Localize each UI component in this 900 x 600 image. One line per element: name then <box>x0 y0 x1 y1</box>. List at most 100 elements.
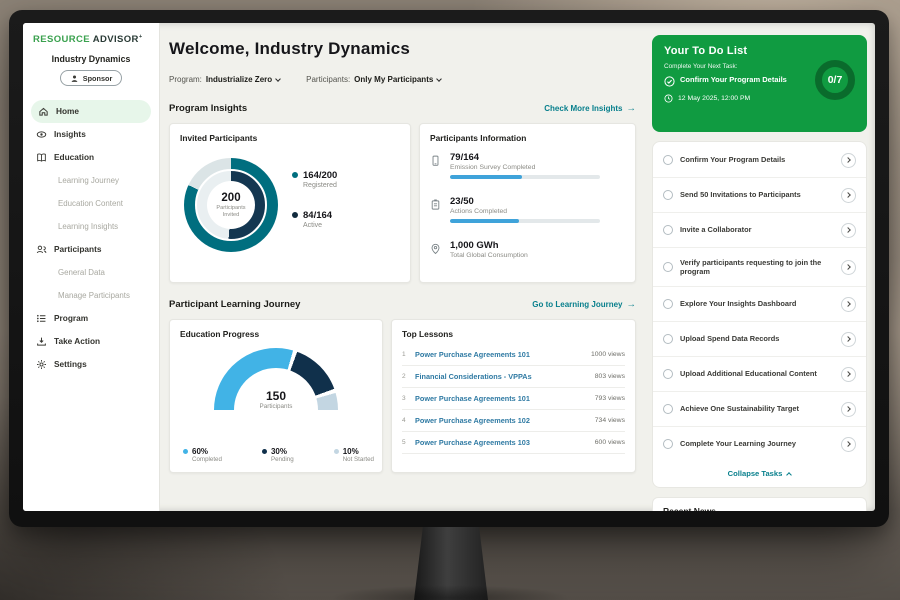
sidebar-item-participants[interactable]: Participants <box>23 238 159 261</box>
sidebar-item-education-content[interactable]: Education Content <box>23 192 159 215</box>
sidebar-item-label: Participants <box>54 244 102 254</box>
collapse-tasks-button[interactable]: Collapse Tasks <box>653 461 866 486</box>
task-checkbox[interactable] <box>663 262 673 272</box>
program-insights-header: Program Insights Check More Insights → <box>169 103 636 114</box>
checklist-icon <box>430 196 442 223</box>
invited-donut-chart: 200 Participants Invited <box>184 158 278 252</box>
chevron-right-icon[interactable] <box>841 297 856 312</box>
sidebar-item-settings[interactable]: Settings <box>23 353 159 376</box>
sidebar-item-home[interactable]: Home <box>31 100 151 123</box>
card-title: Participants Information <box>430 133 526 143</box>
legend-label: Registered <box>303 182 337 189</box>
task-label: Invite a Collaborator <box>680 225 834 235</box>
chevron-right-icon[interactable] <box>841 223 856 238</box>
recent-news-title: Recent News <box>663 506 856 511</box>
lesson-link[interactable]: Power Purchase Agreements 101 <box>415 350 591 359</box>
link-label: Check More Insights <box>544 104 622 113</box>
chevron-right-icon[interactable] <box>841 437 856 452</box>
task-checkbox[interactable] <box>663 404 673 414</box>
task-label: Achieve One Sustainability Target <box>680 404 834 414</box>
task-item[interactable]: Complete Your Learning Journey <box>653 427 866 461</box>
sidebar-nav: Home Insights Education Learning Journey <box>23 100 159 376</box>
task-checkbox[interactable] <box>663 225 673 235</box>
sidebar-item-label: Settings <box>54 359 87 369</box>
chevron-right-icon[interactable] <box>841 188 856 203</box>
sidebar-item-education[interactable]: Education <box>23 146 159 169</box>
task-item[interactable]: Verify participants requesting to join t… <box>653 248 866 287</box>
todo-progress-value: 0/7 <box>828 74 843 86</box>
next-task-row[interactable]: Confirm Your Program Details <box>664 75 804 87</box>
sidebar-item-label: Take Action <box>54 336 100 346</box>
legend-label: Active <box>303 222 332 229</box>
lesson-link[interactable]: Financial Considerations - VPPAs <box>415 372 595 381</box>
lesson-link[interactable]: Power Purchase Agreements 103 <box>415 438 595 447</box>
sidebar-item-take-action[interactable]: Take Action <box>23 330 159 353</box>
sidebar-item-label: General Data <box>58 268 105 277</box>
task-checkbox[interactable] <box>663 369 673 379</box>
chevron-right-icon[interactable] <box>841 367 856 382</box>
chevron-right-icon[interactable] <box>841 332 856 347</box>
due-date-label: 12 May 2025, 12:00 PM <box>678 95 750 102</box>
task-item[interactable]: Confirm Your Program Details <box>653 143 866 178</box>
task-checkbox[interactable] <box>663 155 673 165</box>
legend-label: Completed <box>192 456 222 463</box>
metric-label: Total Global Consumption <box>450 252 528 259</box>
task-item[interactable]: Upload Spend Data Records <box>653 322 866 357</box>
app-logo: RESOURCE ADVISOR+ <box>23 34 159 45</box>
task-checkbox[interactable] <box>663 439 673 449</box>
chevron-right-icon[interactable] <box>841 402 856 417</box>
task-checkbox[interactable] <box>663 190 673 200</box>
participants-filter-dropdown[interactable]: Participants: Only My Participants <box>306 75 441 84</box>
sidebar-item-general-data[interactable]: General Data <box>23 261 159 284</box>
lesson-row[interactable]: 5 Power Purchase Agreements 103 600 view… <box>402 432 625 454</box>
lesson-row[interactable]: 4 Power Purchase Agreements 102 734 view… <box>402 410 625 432</box>
lesson-row[interactable]: 3 Power Purchase Agreements 101 793 view… <box>402 388 625 410</box>
todo-panel: Your To Do List Complete Your Next Task:… <box>652 23 867 511</box>
program-filter-dropdown[interactable]: Program: Industrialize Zero <box>169 75 280 84</box>
task-item[interactable]: Achieve One Sustainability Target <box>653 392 866 427</box>
lesson-views: 803 views <box>595 373 625 380</box>
task-checkbox[interactable] <box>663 334 673 344</box>
task-item[interactable]: Explore Your Insights Dashboard <box>653 287 866 322</box>
check-more-insights-link[interactable]: Check More Insights → <box>544 103 636 114</box>
learning-journey-header: Participant Learning Journey Go to Learn… <box>169 299 636 310</box>
sidebar-item-label: Manage Participants <box>58 291 130 300</box>
sidebar-item-label: Learning Journey <box>58 176 119 185</box>
task-list-card: Confirm Your Program Details Send 50 Inv… <box>652 141 867 488</box>
go-to-learning-journey-link[interactable]: Go to Learning Journey → <box>532 299 636 310</box>
task-label: Explore Your Insights Dashboard <box>680 299 834 309</box>
sidebar-item-learning-insights[interactable]: Learning Insights <box>23 215 159 238</box>
education-gauge-chart: 150 Participants <box>214 348 338 410</box>
chevron-right-icon[interactable] <box>841 153 856 168</box>
download-action-icon <box>36 336 47 347</box>
lesson-link[interactable]: Power Purchase Agreements 102 <box>415 416 595 425</box>
collapse-label: Collapse Tasks <box>728 469 783 478</box>
metric-label: Actions Completed <box>450 208 600 215</box>
lesson-row[interactable]: 2 Financial Considerations - VPPAs 803 v… <box>402 366 625 388</box>
sidebar-item-manage-participants[interactable]: Manage Participants <box>23 284 159 307</box>
legend-dot <box>183 449 188 454</box>
sponsor-badge[interactable]: Sponsor <box>60 70 123 86</box>
progress-bar <box>450 219 600 223</box>
task-checkbox[interactable] <box>663 299 673 309</box>
lesson-link[interactable]: Power Purchase Agreements 101 <box>415 394 595 403</box>
donut-center-value: 200 <box>221 192 240 204</box>
clock-icon <box>664 94 673 104</box>
sidebar-item-learning-journey[interactable]: Learning Journey <box>23 169 159 192</box>
task-item[interactable]: Upload Additional Educational Content <box>653 357 866 392</box>
task-item[interactable]: Invite a Collaborator <box>653 213 866 248</box>
task-label: Confirm Your Program Details <box>680 155 834 165</box>
sidebar-item-insights[interactable]: Insights <box>23 123 159 146</box>
card-title: Education Progress <box>180 329 259 339</box>
sidebar-header: RESOURCE ADVISOR+ Industry Dynamics Spon… <box>23 23 159 88</box>
chevron-right-icon[interactable] <box>841 260 856 275</box>
progress-fill <box>450 175 522 179</box>
legend-value: 30% <box>271 447 294 456</box>
home-icon <box>38 106 49 117</box>
task-item[interactable]: Send 50 Invitations to Participants <box>653 178 866 213</box>
lesson-row[interactable]: 1 Power Purchase Agreements 101 1000 vie… <box>402 344 625 366</box>
filter-label: Program: <box>169 75 202 84</box>
recent-news-card[interactable]: Recent News <box>652 497 867 511</box>
sidebar-item-program[interactable]: Program <box>23 307 159 330</box>
location-pin-icon <box>430 240 442 260</box>
